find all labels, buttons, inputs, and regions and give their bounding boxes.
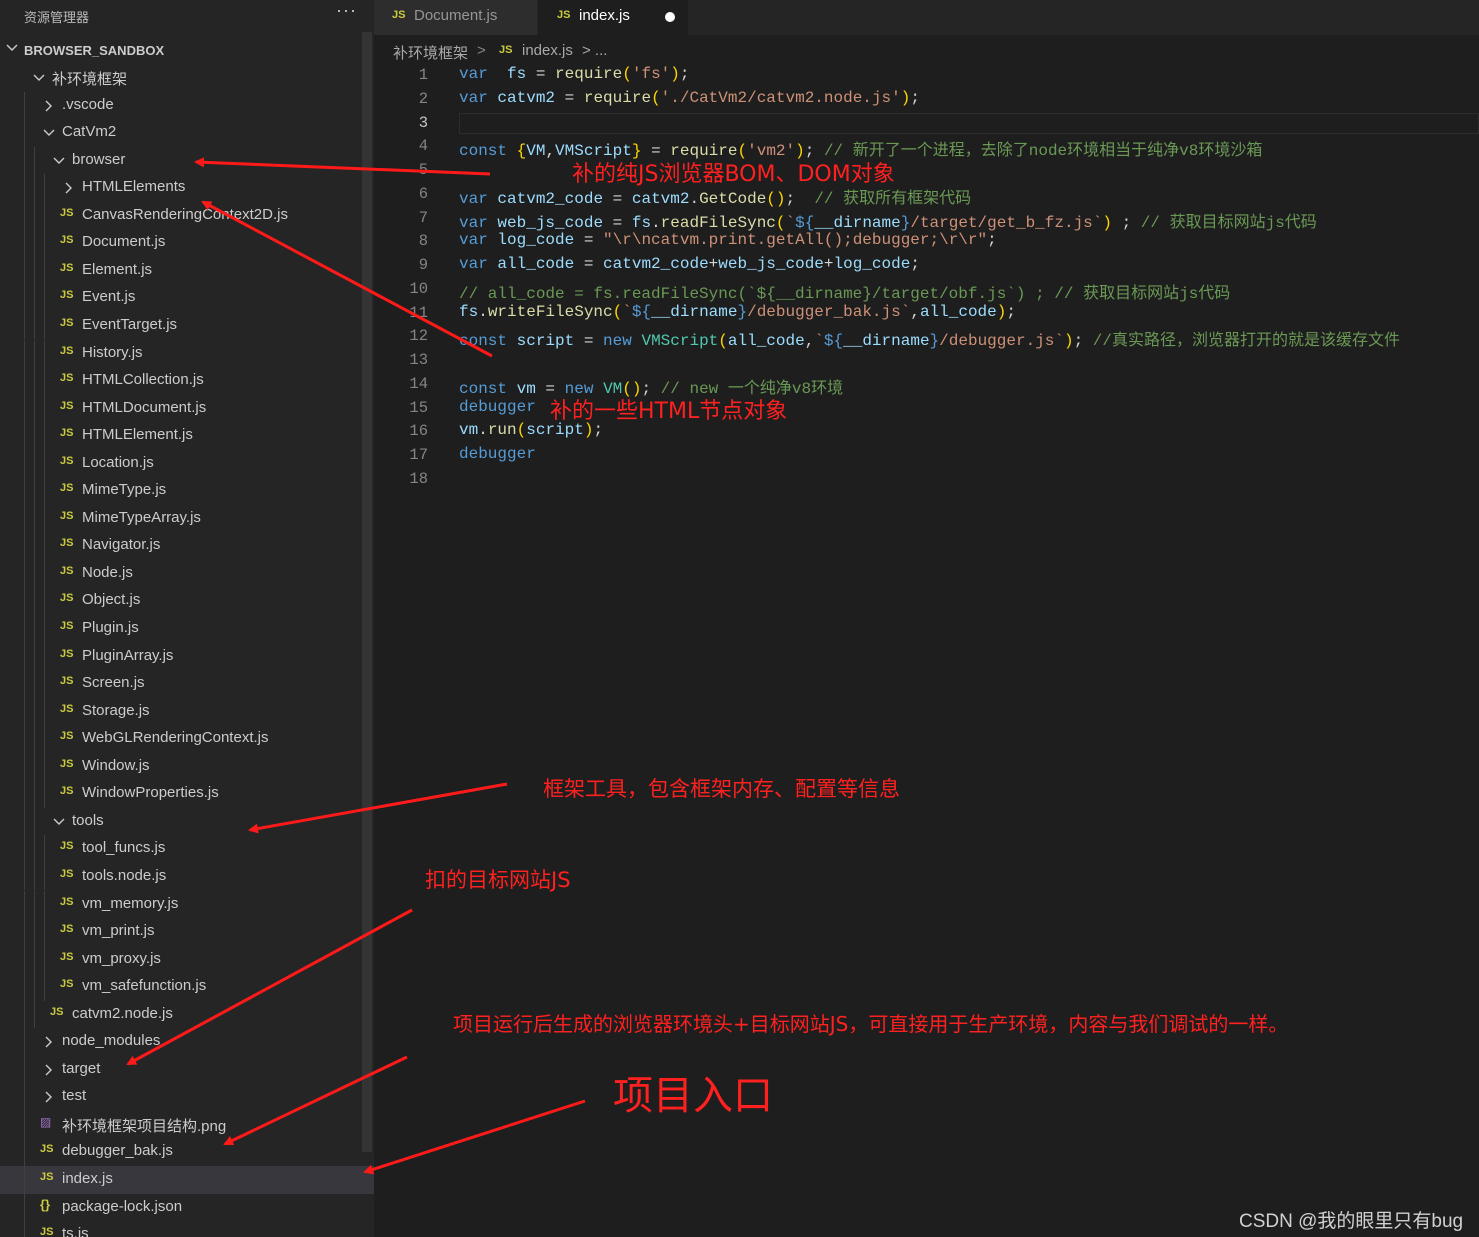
annotation-target: 扣的目标网站JS — [425, 868, 571, 892]
annotation-html-elements: 补的一些HTML节点对象 — [550, 399, 788, 424]
annotation-browser: 补的纯JS浏览器BOM、DOM对象 — [572, 162, 895, 187]
arrow-to-htmlelements — [201, 200, 493, 358]
annotation-tools: 框架工具，包含框架内存、配置等信息 — [543, 777, 900, 801]
annotation-debugger-bak: 项目运行后生成的浏览器环境头+目标网站JS，可直接用于生产环境，内容与我们调试的… — [453, 1012, 1289, 1036]
watermark: CSDN @我的眼里只有bug — [1239, 1211, 1464, 1232]
arrow-to-index — [363, 1099, 586, 1175]
annotation-entry: 项目入口 — [613, 1073, 773, 1119]
arrow-to-browser — [194, 157, 491, 176]
arrow-to-debugger-bak — [223, 1055, 408, 1146]
arrow-to-target — [126, 908, 413, 1066]
arrow-to-tools — [248, 782, 508, 834]
